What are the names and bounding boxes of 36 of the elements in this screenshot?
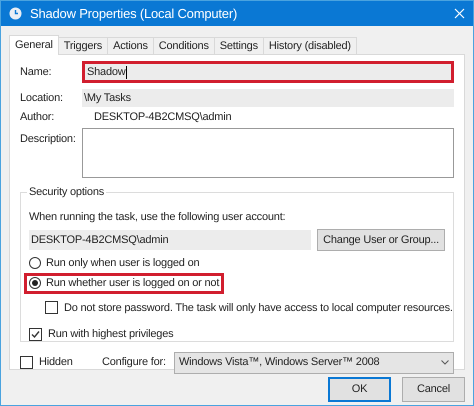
description-field[interactable] bbox=[82, 128, 454, 178]
radio-button[interactable] bbox=[29, 277, 41, 289]
window-title: Shadow Properties (Local Computer) bbox=[30, 4, 238, 23]
checkbox[interactable] bbox=[29, 328, 42, 341]
tab[interactable]: Conditions bbox=[154, 37, 215, 54]
configure-dropdown[interactable]: Windows Vista™, Windows Server™ 2008 bbox=[174, 352, 454, 374]
checkbox[interactable] bbox=[45, 301, 58, 314]
location-value: \My Tasks bbox=[82, 89, 454, 107]
radio-option[interactable]: Run only when user is logged on bbox=[29, 255, 200, 272]
name-field[interactable]: Shadow bbox=[82, 61, 454, 83]
tab[interactable]: History (disabled) bbox=[264, 37, 357, 54]
dialog-button[interactable]: Cancel bbox=[402, 377, 465, 402]
dialog-button[interactable]: OK bbox=[328, 377, 391, 402]
tab[interactable]: Triggers bbox=[58, 37, 108, 54]
account-value: DESKTOP-4B2CMSQ\admin bbox=[29, 230, 312, 250]
radio-button[interactable] bbox=[29, 257, 41, 270]
clock-icon bbox=[9, 7, 22, 20]
checkbox-label: Run with highest privileges bbox=[48, 327, 174, 342]
account-prompt: When running the task, use the following user account: bbox=[29, 210, 286, 224]
close-icon[interactable] bbox=[454, 8, 465, 19]
location-label: Location: bbox=[20, 90, 64, 106]
author-value: DESKTOP-4B2CMSQ\admin bbox=[93, 110, 232, 125]
checkmark-icon bbox=[31, 330, 40, 339]
radio-option[interactable]: Run whether user is logged on or not bbox=[24, 272, 224, 294]
author-label: Author: bbox=[20, 110, 56, 125]
tab[interactable]: General bbox=[9, 35, 59, 55]
name-label: Name: bbox=[20, 64, 52, 80]
tab[interactable]: Settings bbox=[214, 37, 264, 54]
chevron-down-icon bbox=[441, 360, 449, 365]
checkbox-label: Do not store password. The task will only have access to local computer resources. bbox=[64, 300, 453, 316]
change-user-button[interactable]: Change User or Group... bbox=[317, 229, 445, 251]
description-label: Description: bbox=[20, 132, 77, 146]
tab[interactable]: Actions bbox=[108, 37, 154, 54]
checkbox-label: Hidden bbox=[39, 355, 73, 370]
checkbox[interactable] bbox=[20, 356, 33, 369]
configure-label: Configure for: bbox=[102, 355, 167, 370]
